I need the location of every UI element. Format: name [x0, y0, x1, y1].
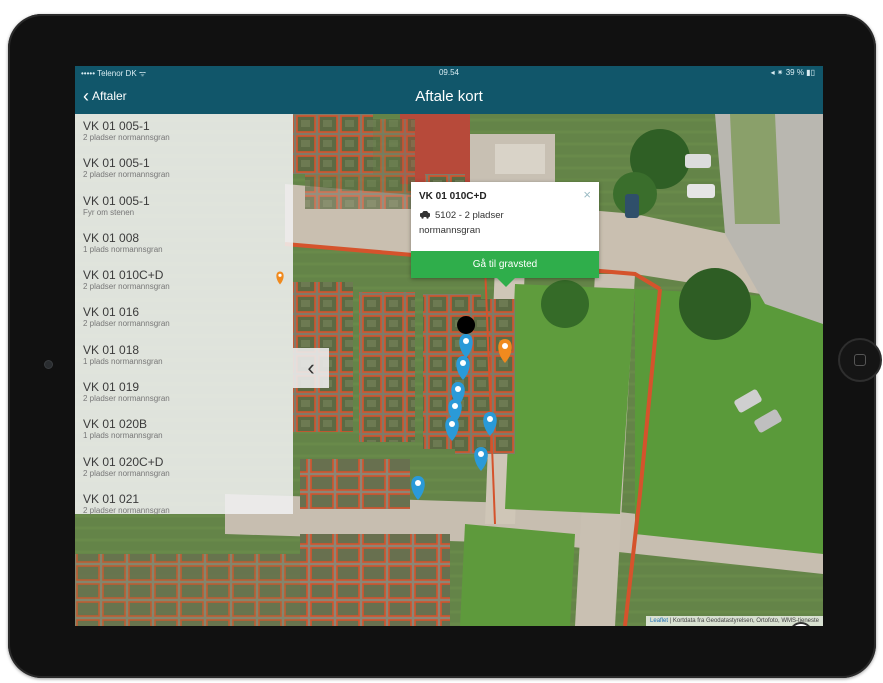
camera	[44, 360, 53, 369]
list-item[interactable]: VK 01 010C+D 2 pladser normannsgran	[75, 263, 293, 300]
map-marker	[483, 412, 497, 436]
navigation-bar: ‹ Aftaler Aftale kort	[75, 80, 823, 114]
leaflet-link[interactable]: Leaflet	[650, 618, 668, 624]
item-title: VK 01 020B	[83, 417, 148, 432]
list-item[interactable]: VK 01 005-1 2 pladser normannsgran	[75, 151, 293, 188]
item-subtitle: 2 pladser normannsgran	[83, 319, 170, 329]
item-title: VK 01 010C+D	[83, 268, 164, 283]
list-item[interactable]: VK 01 016 2 pladser normannsgran	[75, 300, 293, 337]
chevron-left-icon: ‹	[307, 355, 315, 380]
location-marker-icon	[276, 271, 284, 285]
item-title: VK 01 008	[83, 230, 140, 245]
map-marker	[474, 447, 488, 471]
grave-popup: VK 01 010C+D × 5102 - 2 pladser normanns…	[411, 182, 599, 278]
map-marker	[445, 417, 459, 441]
car-icon	[420, 211, 430, 219]
home-button[interactable]	[838, 338, 882, 382]
list-item[interactable]: VK 01 019 2 pladser normannsgran	[75, 375, 293, 412]
list-item[interactable]: VK 01 005-1 2 pladser normannsgran	[75, 114, 293, 151]
popup-arrow	[497, 278, 515, 287]
list-item[interactable]: VK 01 018 1 plads normannsgran	[75, 338, 293, 375]
popup-detail: 5102 - 2 pladser	[419, 210, 504, 221]
popup-title: VK 01 010C+D	[419, 191, 487, 202]
map-marker	[411, 476, 425, 500]
item-subtitle: Fyr om stenen	[83, 207, 135, 217]
item-title: VK 01 005-1	[83, 156, 150, 171]
item-subtitle: 2 pladser normannsgran	[83, 394, 170, 404]
item-title: VK 01 016	[83, 305, 140, 320]
item-subtitle: 2 pladser normannsgran	[83, 133, 170, 142]
clock: 09.54	[438, 68, 460, 77]
item-subtitle: 2 pladser normannsgran	[83, 170, 170, 180]
go-to-grave-button[interactable]: Gå til gravsted	[411, 251, 599, 278]
collapse-sidebar-button[interactable]: ‹	[293, 348, 329, 388]
item-subtitle: 1 plads normannsgran	[83, 431, 163, 441]
item-subtitle: 1 plads normannsgran	[83, 356, 163, 366]
list-item[interactable]: VK 01 005-1 Fyr om stenen	[75, 189, 293, 226]
page-title: Aftale kort	[415, 88, 483, 105]
appointment-list: VK 01 005-1 2 pladser normannsgran VK 01 …	[75, 114, 293, 515]
item-title: VK 01 005-1	[83, 119, 150, 133]
popup-detail-line2: normannsgran	[419, 225, 481, 236]
list-item[interactable]: VK 01 020B 1 plads normannsgran	[75, 412, 293, 449]
item-title: VK 01 018	[83, 342, 140, 357]
map-marker	[459, 334, 473, 358]
item-subtitle: 2 pladser normannsgran	[83, 505, 170, 515]
list-item[interactable]: VK 01 021 2 pladser normannsgran	[75, 487, 293, 524]
item-subtitle: 2 pladser normannsgran	[83, 282, 170, 292]
screen: Leaflet | Kortdata fra Geodatastyrelsen,…	[75, 66, 823, 626]
map-marker-selected	[498, 339, 512, 363]
status-bar: ••••• Telenor DK ᯤ 09.54 ◂ ⁕ 39 % ▮▯	[75, 66, 823, 80]
item-subtitle: 2 pladser normannsgran	[83, 468, 170, 478]
item-title: VK 01 020C+D	[83, 454, 164, 469]
map-marker	[456, 356, 470, 380]
item-title: VK 01 005-1	[83, 193, 150, 208]
battery-indicator: ◂ ⁕ 39 % ▮▯	[770, 68, 815, 77]
item-title: VK 01 021	[83, 491, 140, 506]
item-title: VK 01 019	[83, 380, 140, 395]
list-item[interactable]: VK 01 008 1 plads normannsgran	[75, 226, 293, 263]
item-subtitle: 1 plads normannsgran	[83, 244, 163, 254]
list-item[interactable]: VK 01 020C+D 2 pladser normannsgran	[75, 450, 293, 487]
close-icon[interactable]: ×	[583, 187, 591, 202]
popup-detail-text: 5102 - 2 pladser	[435, 210, 504, 221]
